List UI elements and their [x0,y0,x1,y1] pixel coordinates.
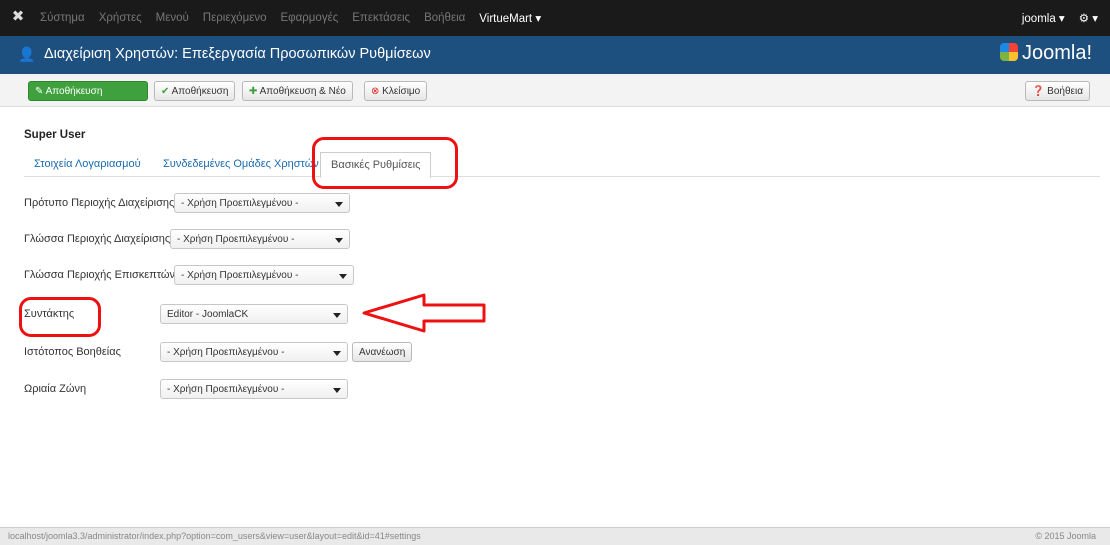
select-value: - Χρήση Προεπιλεγμένου - [167,384,285,395]
menu-extensions[interactable]: Επεκτάσεις [352,12,410,24]
annotation-circle-tab [312,137,458,189]
copyright: © 2015 Joomla [1035,531,1096,541]
help-icon: ❓ [1031,86,1045,97]
joomla-mark-icon [999,43,1018,61]
field-label: Γλώσσα Περιοχής Επισκεπτών [24,269,176,281]
timezone-select[interactable]: - Χρήση Προεπιλεγμένου - [160,379,348,399]
close-icon: ⊗ [371,86,380,97]
help-site-select[interactable]: - Χρήση Προεπιλεγμένου - [160,342,348,362]
menu-components[interactable]: Εφαρμογές [280,12,338,24]
save-button-2[interactable]: ✔ Αποθήκευση [154,81,236,101]
field-label: Ωριαία Ζώνη [24,383,87,395]
field-label: Ιστότοπος Βοηθείας [24,346,121,358]
help-label: Βοήθεια [1047,86,1083,97]
user-menu[interactable]: joomla ▾ [1022,11,1065,25]
select-value: - Χρήση Προεπιλεγμένου - [167,347,285,358]
save-label: Αποθήκευση [45,86,103,97]
tab-account[interactable]: Στοιχεία Λογαριασμού [34,152,141,176]
main-menu: Σύστημα Χρήστες Μενού Περιεχόμενο Εφαρμο… [40,0,555,36]
annotation-arrow-icon [362,293,486,333]
refresh-button[interactable]: Ανανέωση [352,342,413,362]
menu-system[interactable]: Σύστημα [40,12,85,24]
close-label: Κλείσιμο [382,86,421,97]
chevron-down-icon [333,313,341,318]
menu-users[interactable]: Χρήστες [99,12,142,24]
gear-icon[interactable]: ⚙ ▾ [1079,11,1098,25]
select-value: - Χρήση Προεπιλεγμένου - [177,234,295,245]
plus-icon: ✚ [249,86,258,97]
check-icon: ✔ [161,86,170,97]
joomla-brand: Joomla! [999,42,1092,65]
site-language-select[interactable]: - Χρήση Προεπιλεγμένου - [174,265,354,285]
main-content: Super User Στοιχεία Λογαριασμού Συνδεδεμ… [0,107,1110,527]
save2-label: Αποθήκευση [171,86,229,97]
joomla-logo-icon[interactable]: ✖ [10,9,26,25]
menu-menus[interactable]: Μενού [156,12,189,24]
user-area: joomla ▾ ⚙ ▾ [1008,0,1098,36]
joomla-brand-text: Joomla! [1021,42,1092,64]
chevron-down-icon [333,388,341,393]
field-label: Γλώσσα Περιοχής Διαχείρισης [24,233,171,245]
chevron-down-icon [339,274,347,279]
admin-template-select[interactable]: - Χρήση Προεπιλεγμένου - [174,193,350,213]
menu-help[interactable]: Βοήθεια [424,12,465,24]
chevron-down-icon [335,202,343,207]
tab-bar: Στοιχεία Λογαριασμού Συνδεδεμένες Ομάδες… [24,152,1100,178]
select-value: - Χρήση Προεπιλεγμένου - [181,270,299,281]
close-button[interactable]: ⊗ Κλείσιμο [364,81,428,101]
user-heading: Super User [24,129,86,141]
editor-select[interactable]: Editor - JoomlaCK [160,304,348,324]
status-bar: localhost/joomla3.3/administrator/index.… [0,527,1110,545]
toolbar: ✎ Αποθήκευση ✔ Αποθήκευση ✚ Αποθήκευση &… [0,74,1110,107]
select-value: Editor - JoomlaCK [167,309,249,320]
annotation-circle-editor [19,297,101,337]
help-button[interactable]: ❓ Βοήθεια [1024,81,1090,101]
chevron-down-icon [335,238,343,243]
top-navbar: ✖ Σύστημα Χρήστες Μενού Περιεχόμενο Εφαρ… [0,0,1110,37]
admin-language-select[interactable]: - Χρήση Προεπιλεγμένου - [170,229,350,249]
status-url: localhost/joomla3.3/administrator/index.… [8,531,421,541]
chevron-down-icon [333,351,341,356]
user-icon: 👤 [18,46,36,62]
field-label: Πρότυπο Περιοχής Διαχείρισης [24,197,175,209]
save-new-label: Αποθήκευση & Νέο [259,86,346,97]
page-title: Διαχείριση Χρηστών: Επεξεργασία Προσωπικ… [44,46,431,62]
title-bar: 👤 Διαχείριση Χρηστών: Επεξεργασία Προσωπ… [0,36,1110,74]
select-value: - Χρήση Προεπιλεγμένου - [181,198,299,209]
save-button[interactable]: ✎ Αποθήκευση [28,81,148,101]
menu-virtuemart[interactable]: VirtueMart ▾ [479,11,541,25]
tab-groups[interactable]: Συνδεδεμένες Ομάδες Χρηστών [163,152,319,176]
menu-content[interactable]: Περιεχόμενο [203,12,267,24]
save-new-button[interactable]: ✚ Αποθήκευση & Νέο [242,81,353,101]
